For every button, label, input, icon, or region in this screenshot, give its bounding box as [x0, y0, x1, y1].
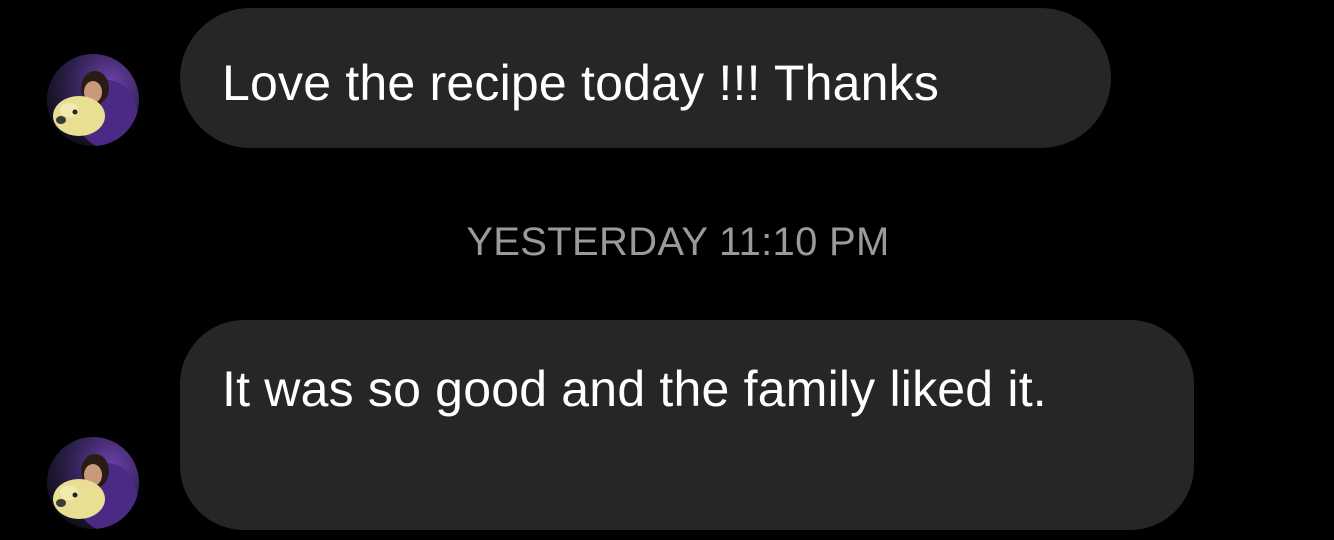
message-thread: Love the recipe today !!! Thanks YESTERD…: [0, 0, 1334, 540]
message-timestamp: YESTERDAY 11:10 PM: [466, 220, 890, 264]
sender-avatar[interactable]: [47, 437, 139, 529]
message-text: Love the recipe today !!! Thanks: [222, 55, 940, 111]
message-bubble[interactable]: It was so good and the family liked it.: [180, 320, 1194, 530]
message-bubble[interactable]: Love the recipe today !!! Thanks: [180, 8, 1111, 148]
sender-avatar[interactable]: [47, 54, 139, 146]
message-text: It was so good and the family liked it.: [222, 361, 1047, 417]
avatar-photo-icon: [47, 437, 139, 529]
avatar-photo-icon: [47, 54, 139, 146]
